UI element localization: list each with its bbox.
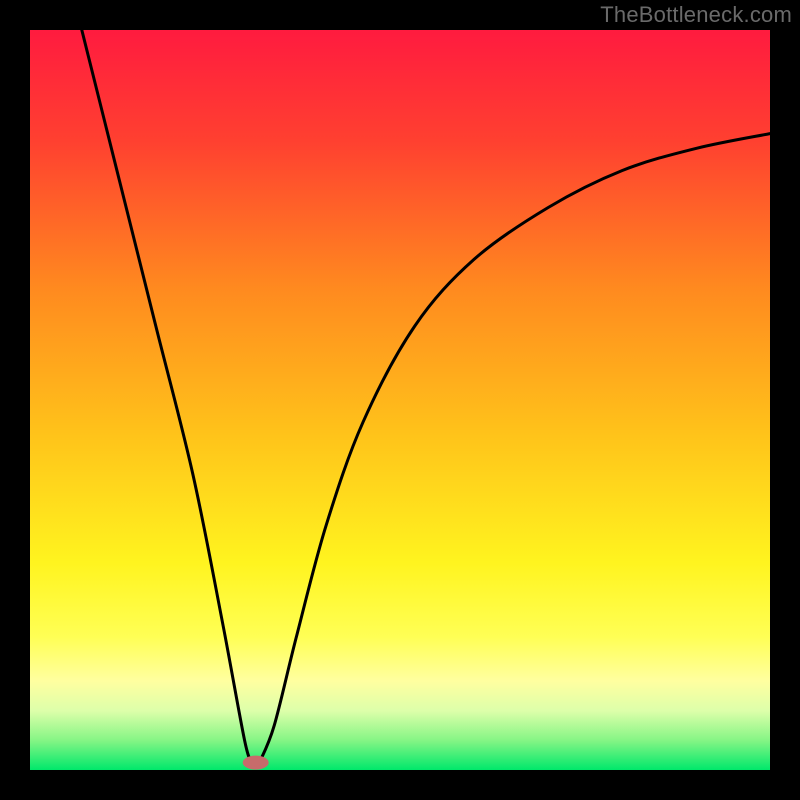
chart-frame: TheBottleneck.com <box>0 0 800 800</box>
watermark-text: TheBottleneck.com <box>600 2 792 28</box>
plot-background <box>30 30 770 770</box>
bottleneck-chart <box>0 0 800 800</box>
minimum-marker <box>243 756 269 770</box>
